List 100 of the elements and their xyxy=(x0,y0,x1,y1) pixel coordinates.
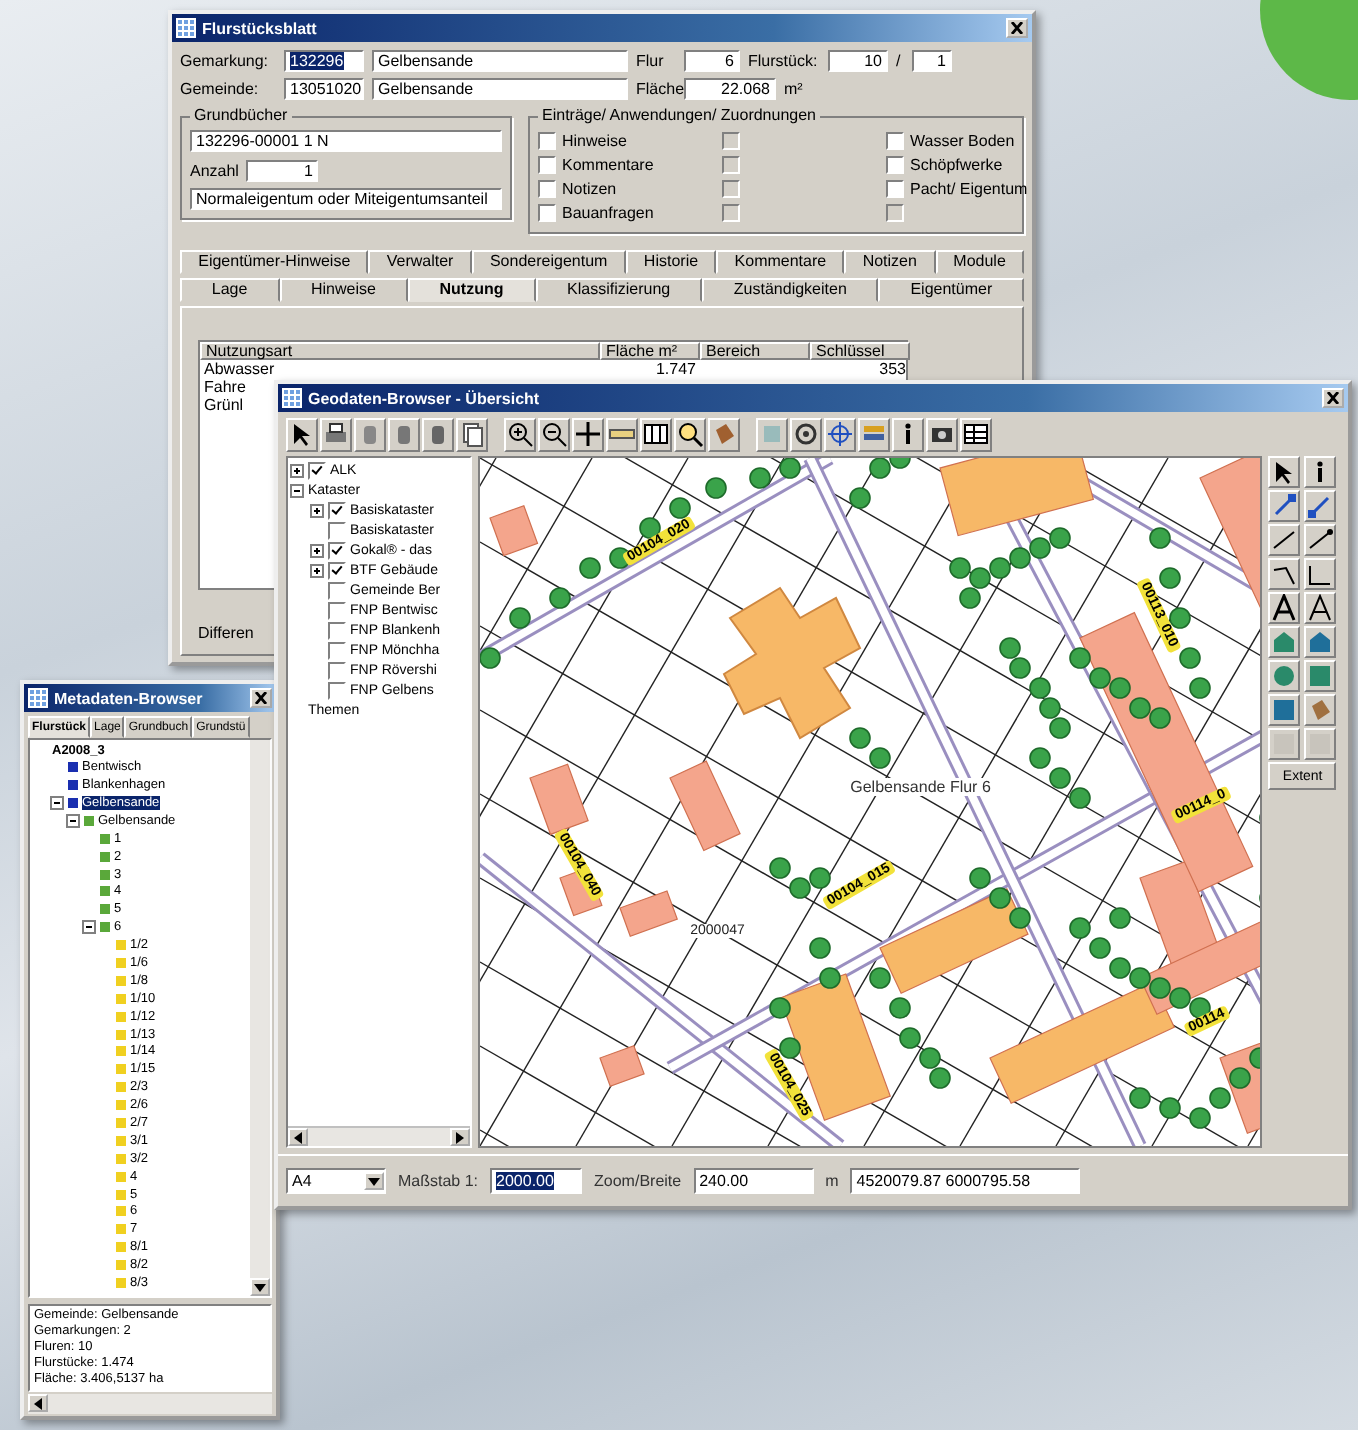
grid-button[interactable] xyxy=(640,417,672,451)
measure-button[interactable] xyxy=(606,417,638,451)
expander[interactable] xyxy=(82,920,96,935)
scale-field[interactable]: 2000.00 xyxy=(490,1168,583,1194)
close-button[interactable] xyxy=(250,688,272,708)
select-button[interactable] xyxy=(354,417,386,451)
tool-button[interactable] xyxy=(1304,456,1337,488)
print-button[interactable] xyxy=(320,417,352,451)
unit-label: m xyxy=(825,1172,839,1190)
checkbox[interactable] xyxy=(328,582,346,600)
tab[interactable]: Lage xyxy=(180,278,280,302)
expander[interactable] xyxy=(66,813,80,828)
tool-button[interactable] xyxy=(1304,558,1337,590)
checkbox[interactable] xyxy=(538,132,556,150)
text-field[interactable]: 1 xyxy=(912,49,952,71)
window-icon xyxy=(28,688,48,708)
left-arrow-icon xyxy=(34,1397,42,1409)
layer-button[interactable] xyxy=(756,417,788,451)
info-button[interactable] xyxy=(892,417,924,451)
search-button[interactable] xyxy=(674,417,706,451)
zoom-out-button[interactable] xyxy=(538,417,570,451)
tool-button[interactable] xyxy=(1268,490,1301,522)
tool-button[interactable] xyxy=(1268,558,1301,590)
tab[interactable]: Nutzung xyxy=(407,278,536,302)
coordinates-field[interactable]: 4520079.87 6000795.58 xyxy=(850,1168,1081,1194)
text-field[interactable]: Normaleigentum oder Miteigentumsanteil xyxy=(190,188,502,210)
paper-size-dropdown[interactable]: A4 xyxy=(286,1168,386,1194)
checkbox[interactable] xyxy=(328,562,346,580)
text-field[interactable]: 1 xyxy=(246,159,319,181)
checkbox[interactable] xyxy=(308,462,326,480)
settings-button[interactable] xyxy=(790,417,822,451)
tab[interactable]: Sondereigentum xyxy=(471,250,626,274)
expander[interactable] xyxy=(50,796,64,810)
zoom-field[interactable]: 240.00 xyxy=(693,1168,814,1194)
tab[interactable]: Kommentare xyxy=(716,250,845,274)
checkbox[interactable] xyxy=(328,602,346,620)
tool-button[interactable] xyxy=(1268,456,1301,488)
crosshair-button[interactable] xyxy=(572,417,604,451)
checkbox[interactable] xyxy=(538,180,556,198)
tab[interactable]: Module xyxy=(935,250,1025,274)
column-header[interactable]: Bereich xyxy=(700,342,810,360)
paint-button[interactable] xyxy=(708,417,740,451)
checkbox[interactable] xyxy=(328,662,346,680)
checkbox[interactable] xyxy=(328,522,346,540)
tool-button[interactable] xyxy=(1304,490,1337,522)
scroll-left-button[interactable] xyxy=(288,1128,308,1146)
tab[interactable]: Klassifizierung xyxy=(535,278,703,302)
list-field[interactable]: 132296-00001 1 N xyxy=(190,130,502,152)
column-header[interactable]: Fläche m² xyxy=(600,342,700,360)
blank-icon xyxy=(1270,730,1299,758)
close-button[interactable] xyxy=(1006,18,1028,38)
pointer-button[interactable] xyxy=(286,417,318,451)
text-field[interactable]: Gelbensande xyxy=(372,77,628,99)
tab[interactable]: Verwalter xyxy=(368,250,472,274)
database-button[interactable] xyxy=(858,417,890,451)
zoom-in-button[interactable] xyxy=(504,417,536,451)
checkbox[interactable] xyxy=(328,502,346,520)
tab[interactable]: Eigentümer-Hinweise xyxy=(180,250,369,274)
checkbox[interactable] xyxy=(328,622,346,640)
text-field[interactable]: 13051020 xyxy=(284,77,364,99)
tab[interactable]: Eigentümer xyxy=(878,278,1025,302)
tool-button[interactable] xyxy=(1304,524,1337,556)
expander[interactable] xyxy=(310,564,324,578)
checkbox[interactable] xyxy=(538,156,556,174)
checkbox[interactable] xyxy=(328,642,346,660)
checkbox[interactable] xyxy=(886,180,904,198)
text-field[interactable]: 22.068 xyxy=(684,77,776,99)
checkbox[interactable] xyxy=(328,542,346,560)
checkbox[interactable] xyxy=(886,132,904,150)
text-field[interactable]: Gelbensande xyxy=(372,49,628,71)
tab[interactable]: Notizen xyxy=(844,250,936,274)
tool-button[interactable] xyxy=(1268,592,1301,624)
camera-button[interactable] xyxy=(926,417,958,451)
tool-button[interactable] xyxy=(1304,592,1337,624)
table-button[interactable] xyxy=(960,417,992,451)
select-area-button[interactable] xyxy=(388,417,420,451)
column-header[interactable]: Schlüssel xyxy=(810,342,910,360)
expander[interactable] xyxy=(310,544,324,558)
checkbox[interactable] xyxy=(538,204,556,222)
scroll-down-button[interactable] xyxy=(250,1278,270,1296)
pan-button[interactable] xyxy=(422,417,454,451)
bucket-icon xyxy=(1306,696,1335,724)
tab[interactable]: Historie xyxy=(625,250,717,274)
text-field[interactable]: 132296 xyxy=(284,49,364,71)
tab[interactable]: Hinweise xyxy=(279,278,408,302)
table-cell-text: Grünl xyxy=(202,396,246,414)
expander[interactable] xyxy=(310,504,324,518)
tool-button[interactable] xyxy=(1268,524,1301,556)
center-button[interactable] xyxy=(824,417,856,451)
tab[interactable]: Zuständigkeiten xyxy=(702,278,879,302)
text-field[interactable]: 10 xyxy=(828,49,888,71)
expander[interactable] xyxy=(290,484,304,498)
copy-button[interactable] xyxy=(456,417,488,451)
column-header[interactable]: Nutzungsart xyxy=(200,342,600,360)
expander[interactable] xyxy=(290,464,304,478)
text-field[interactable]: 6 xyxy=(684,49,740,71)
checkbox[interactable] xyxy=(886,156,904,174)
scroll-right-button[interactable] xyxy=(450,1128,471,1146)
scroll-left-button[interactable] xyxy=(28,1394,48,1412)
close-button[interactable] xyxy=(1322,388,1344,408)
